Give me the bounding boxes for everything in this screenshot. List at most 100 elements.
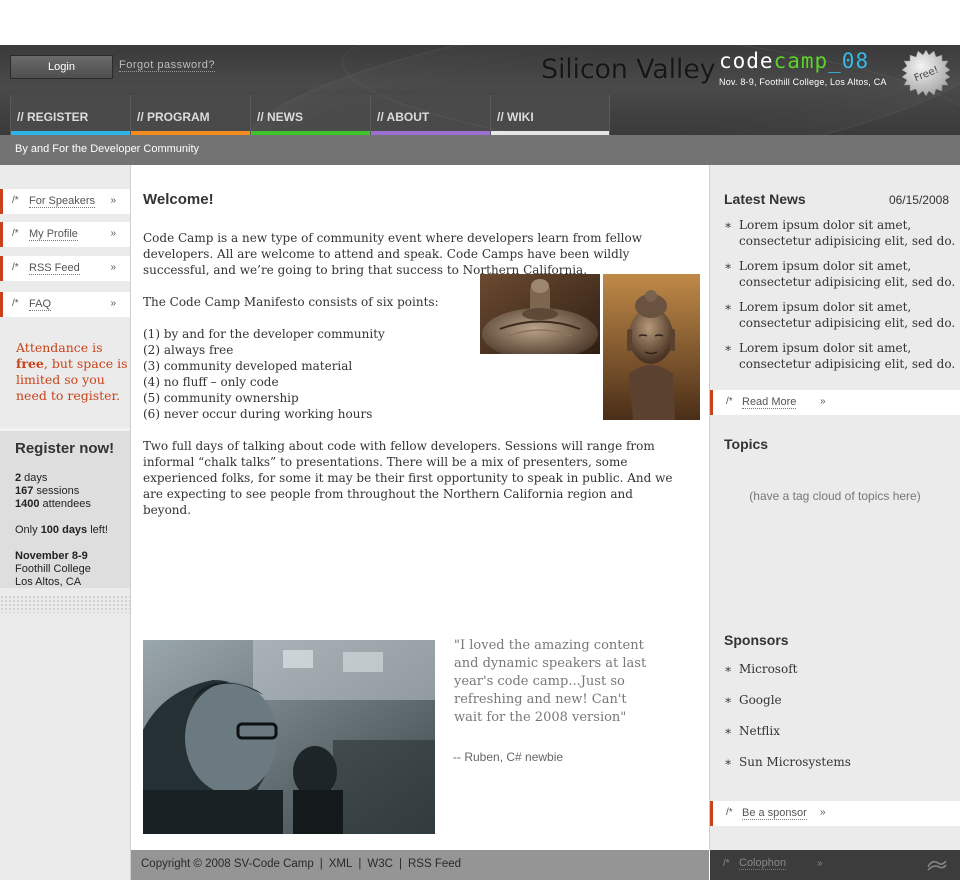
footer-link-rss-feed[interactable]: RSS Feed [408, 858, 461, 870]
main-content: Welcome! Code Camp is a new type of comm… [131, 165, 709, 850]
register-days: 2 days [15, 472, 48, 484]
sidebar-link-rss-feed[interactable]: /* RSS Feed » [0, 256, 130, 281]
tab-label: // REGISTER [17, 110, 89, 124]
read-more-label[interactable]: Read More [742, 396, 797, 409]
comment-prefix: /* [726, 396, 733, 407]
left-sidebar: /* For Speakers » /* My Profile » /* RSS… [0, 165, 130, 850]
forgot-password-link[interactable]: Forgot password? [119, 59, 216, 72]
tab-label: // PROGRAM [137, 110, 210, 124]
register-attendees: 1400 attendees [15, 498, 91, 510]
footer-left-panel [0, 850, 130, 880]
footer-link-xml[interactable]: XML [329, 858, 353, 870]
tab-news[interactable]: // NEWS [250, 95, 370, 135]
login-button[interactable]: Login [10, 55, 113, 79]
footer-separator: | [358, 858, 362, 870]
news-item[interactable]: Lorem ipsum dolor sit amet, consectetur … [724, 217, 956, 249]
comment-prefix: /* [723, 858, 730, 869]
sponsor-item[interactable]: Google [724, 693, 782, 707]
sidebar-link-label[interactable]: My Profile [29, 228, 78, 241]
sponsor-item[interactable]: Microsoft [724, 662, 797, 676]
tab-wiki[interactable]: // WIKI [490, 95, 610, 135]
tagline-bar: By and For the Developer Community [0, 135, 960, 165]
pottery-photo [480, 274, 600, 354]
tab-register[interactable]: // REGISTER [10, 95, 130, 135]
register-now-title[interactable]: Register now! [15, 440, 114, 457]
testimonial-author: -- Ruben, C# newbie [453, 750, 564, 764]
copyright-text: Copyright © 2008 SV-Code Camp [141, 858, 314, 870]
register-venue: Foothill College [15, 563, 91, 575]
page-title: Welcome! [143, 191, 214, 208]
details-paragraph: Two full days of talking about code with… [143, 439, 673, 517]
attendance-text-pre: Attendance is [16, 340, 103, 355]
news-item[interactable]: Lorem ipsum dolor sit amet, consectetur … [724, 299, 956, 331]
tagline-text: By and For the Developer Community [15, 143, 200, 155]
attendance-text-free: free [16, 356, 44, 371]
logo-code-text: code [719, 49, 774, 73]
manifesto-item: (6) never occur during working hours [143, 407, 373, 421]
be-a-sponsor-label[interactable]: Be a sponsor [742, 807, 807, 820]
manifesto-item: (2) always free [143, 343, 234, 357]
sidebar-link-label[interactable]: RSS Feed [29, 262, 80, 275]
sidebar-link-faq[interactable]: /* FAQ » [0, 292, 130, 317]
news-item[interactable]: Lorem ipsum dolor sit amet, consectetur … [724, 258, 956, 290]
logo-camp-text: camp [773, 49, 829, 73]
buddha-statue-photo [603, 274, 700, 420]
intro-paragraph: Code Camp is a new type of community eve… [143, 231, 643, 277]
topics-title: Topics [724, 436, 769, 452]
tab-about[interactable]: // ABOUT [370, 95, 490, 135]
double-chevron-icon: » [820, 396, 826, 407]
sponsors-title: Sponsors [724, 632, 789, 648]
sponsor-item[interactable]: Sun Microsystems [724, 755, 851, 769]
sidebar-link-label[interactable]: FAQ [29, 298, 52, 311]
tag-cloud-placeholder: (have a tag cloud of topics here) [749, 489, 921, 503]
footer-separator: | [319, 858, 323, 870]
sidebar-link-label[interactable]: For Speakers [29, 195, 96, 208]
tab-program[interactable]: // PROGRAM [130, 95, 250, 135]
comment-prefix: /* [726, 807, 733, 818]
footer-text: Copyright © 2008 SV-Code Camp | XML | W3C | RS… [141, 858, 461, 870]
sidebar-link-for-speakers[interactable]: /* For Speakers » [0, 189, 130, 214]
manifesto-item: (5) community ownership [143, 391, 299, 405]
register-now-box: Register now! 2 days 167 sessions 1400 a… [0, 428, 130, 588]
footer-colophon-panel: /* Colophon » [710, 850, 960, 880]
footer-separator: | [398, 858, 402, 870]
logo-year-text: _08 [828, 49, 870, 73]
footer-link-w3c[interactable]: W3C [367, 858, 393, 870]
tab-label: // WIKI [497, 110, 534, 124]
free-badge-icon: Free! [902, 49, 950, 97]
read-more-link[interactable]: /* Read More » [710, 390, 960, 415]
tab-label: // NEWS [257, 110, 304, 124]
right-sidebar: Latest News 06/15/2008 Lorem ipsum dolor… [710, 165, 960, 850]
site-header: Login Forgot password? Silicon Valley co… [0, 45, 960, 135]
double-chevron-icon: » [817, 858, 823, 869]
testimonial-quote: "I loved the amazing content and dynamic… [454, 638, 647, 725]
sidebar-link-my-profile[interactable]: /* My Profile » [0, 222, 130, 247]
double-chevron-icon: » [110, 228, 116, 239]
manifesto-intro: The Code Camp Manifesto consists of six … [143, 295, 439, 309]
news-item[interactable]: Lorem ipsum dolor sit amet, consectetur … [724, 340, 956, 372]
comment-prefix: /* [12, 228, 19, 239]
double-chevron-icon: » [110, 195, 116, 206]
comment-prefix: /* [12, 262, 19, 273]
colophon-link[interactable]: Colophon [739, 857, 787, 870]
be-a-sponsor-link[interactable]: /* Be a sponsor » [710, 801, 960, 826]
swirl-logo-icon [927, 860, 947, 871]
news-date: 06/15/2008 [888, 193, 949, 207]
tab-label: // ABOUT [377, 110, 430, 124]
manifesto-item: (4) no fluff – only code [143, 375, 279, 389]
register-sessions: 167 sessions [15, 485, 80, 497]
register-days-left: Only 100 days left! [15, 524, 108, 536]
codecamp-logo: codecamp_08 [719, 49, 869, 73]
double-chevron-icon: » [110, 262, 116, 273]
latest-news-title: Latest News [724, 191, 806, 207]
footer-bar: Copyright © 2008 SV-Code Camp | XML | W3C | RS… [131, 850, 709, 880]
developers-photo [143, 640, 435, 834]
double-chevron-icon: » [110, 298, 116, 309]
register-location: Los Altos, CA [15, 576, 82, 588]
sponsor-item[interactable]: Netflix [724, 724, 780, 738]
brand-region: Silicon Valley [541, 54, 716, 85]
double-chevron-icon: » [820, 807, 826, 818]
manifesto-item: (1) by and for the developer community [143, 327, 385, 341]
manifesto-item: (3) community developed material [143, 359, 353, 373]
attendance-notice: Attendance is free, but space is limited… [16, 340, 128, 404]
